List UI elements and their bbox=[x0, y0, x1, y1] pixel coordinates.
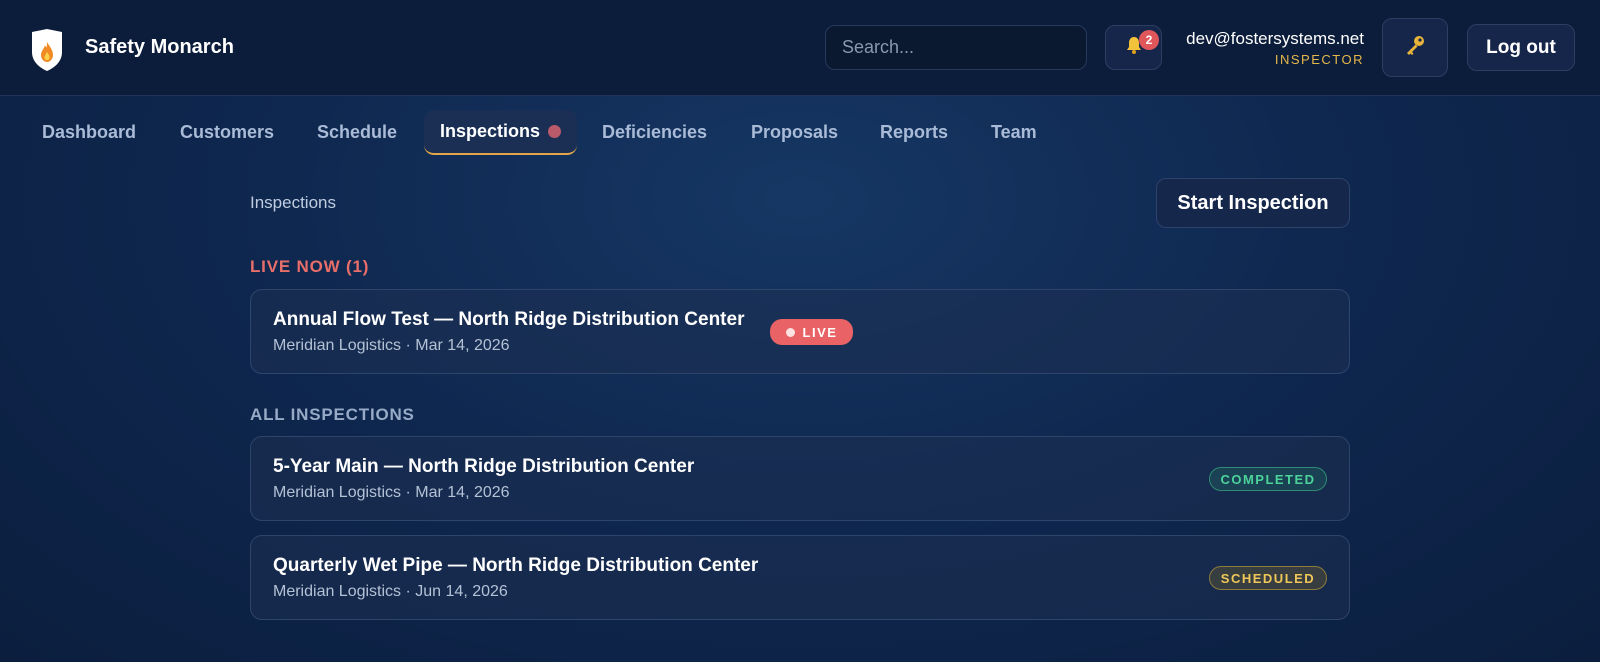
inspection-card[interactable]: Quarterly Wet Pipe — North Ridge Distrib… bbox=[250, 535, 1350, 620]
tab-schedule[interactable]: Schedule bbox=[317, 110, 397, 155]
inspection-title: Quarterly Wet Pipe — North Ridge Distrib… bbox=[273, 555, 759, 576]
all-inspections-heading: ALL INSPECTIONS bbox=[250, 405, 415, 424]
live-status-badge: LIVE bbox=[770, 319, 853, 345]
user-role: INSPECTOR bbox=[1274, 52, 1364, 67]
inspection-card-live[interactable]: Annual Flow Test — North Ridge Distribut… bbox=[250, 289, 1350, 374]
tab-dashboard[interactable]: Dashboard bbox=[42, 110, 136, 155]
live-section-heading: LIVE NOW (1) bbox=[250, 257, 370, 276]
completed-status-badge: COMPLETED bbox=[1209, 467, 1327, 491]
scheduled-status-badge: SCHEDULED bbox=[1209, 566, 1327, 590]
tab-team[interactable]: Team bbox=[991, 110, 1037, 155]
tab-reports[interactable]: Reports bbox=[880, 110, 948, 155]
start-inspection-button[interactable]: Start Inspection bbox=[1156, 178, 1350, 228]
tab-proposals[interactable]: Proposals bbox=[751, 110, 838, 155]
inspection-title: 5-Year Main — North Ridge Distribution C… bbox=[273, 456, 695, 477]
brand-name[interactable]: Safety Monarch bbox=[85, 36, 234, 59]
inspection-subtitle: Meridian Logistics · Jun 14, 2026 bbox=[273, 583, 508, 600]
tab-inspections-label: Inspections bbox=[440, 121, 541, 141]
shield-flame-icon[interactable] bbox=[30, 28, 64, 72]
active-indicator-dot bbox=[548, 125, 561, 138]
live-badge-label: LIVE bbox=[802, 324, 838, 340]
key-button[interactable] bbox=[1382, 18, 1448, 77]
key-icon bbox=[1403, 33, 1427, 62]
search-input[interactable] bbox=[825, 25, 1087, 70]
live-dot-icon bbox=[785, 327, 795, 337]
notification-count-badge: 2 bbox=[1139, 30, 1159, 50]
inspection-card[interactable]: 5-Year Main — North Ridge Distribution C… bbox=[250, 436, 1350, 521]
tab-inspections[interactable]: Inspections bbox=[424, 110, 577, 155]
inspection-subtitle: Meridian Logistics · Mar 14, 2026 bbox=[273, 337, 510, 354]
tab-customers[interactable]: Customers bbox=[180, 110, 274, 155]
notifications-button[interactable]: 2 bbox=[1105, 25, 1162, 70]
breadcrumb: Inspections bbox=[250, 193, 336, 212]
tab-deficiencies[interactable]: Deficiencies bbox=[602, 110, 707, 155]
user-email: dev@fostersystems.net bbox=[1186, 29, 1364, 48]
inspection-subtitle: Meridian Logistics · Mar 14, 2026 bbox=[273, 484, 510, 501]
inspection-title: Annual Flow Test — North Ridge Distribut… bbox=[273, 309, 745, 330]
top-header: Safety Monarch 2 dev@fostersystems.net I… bbox=[0, 0, 1600, 96]
logout-button[interactable]: Log out bbox=[1467, 24, 1575, 71]
